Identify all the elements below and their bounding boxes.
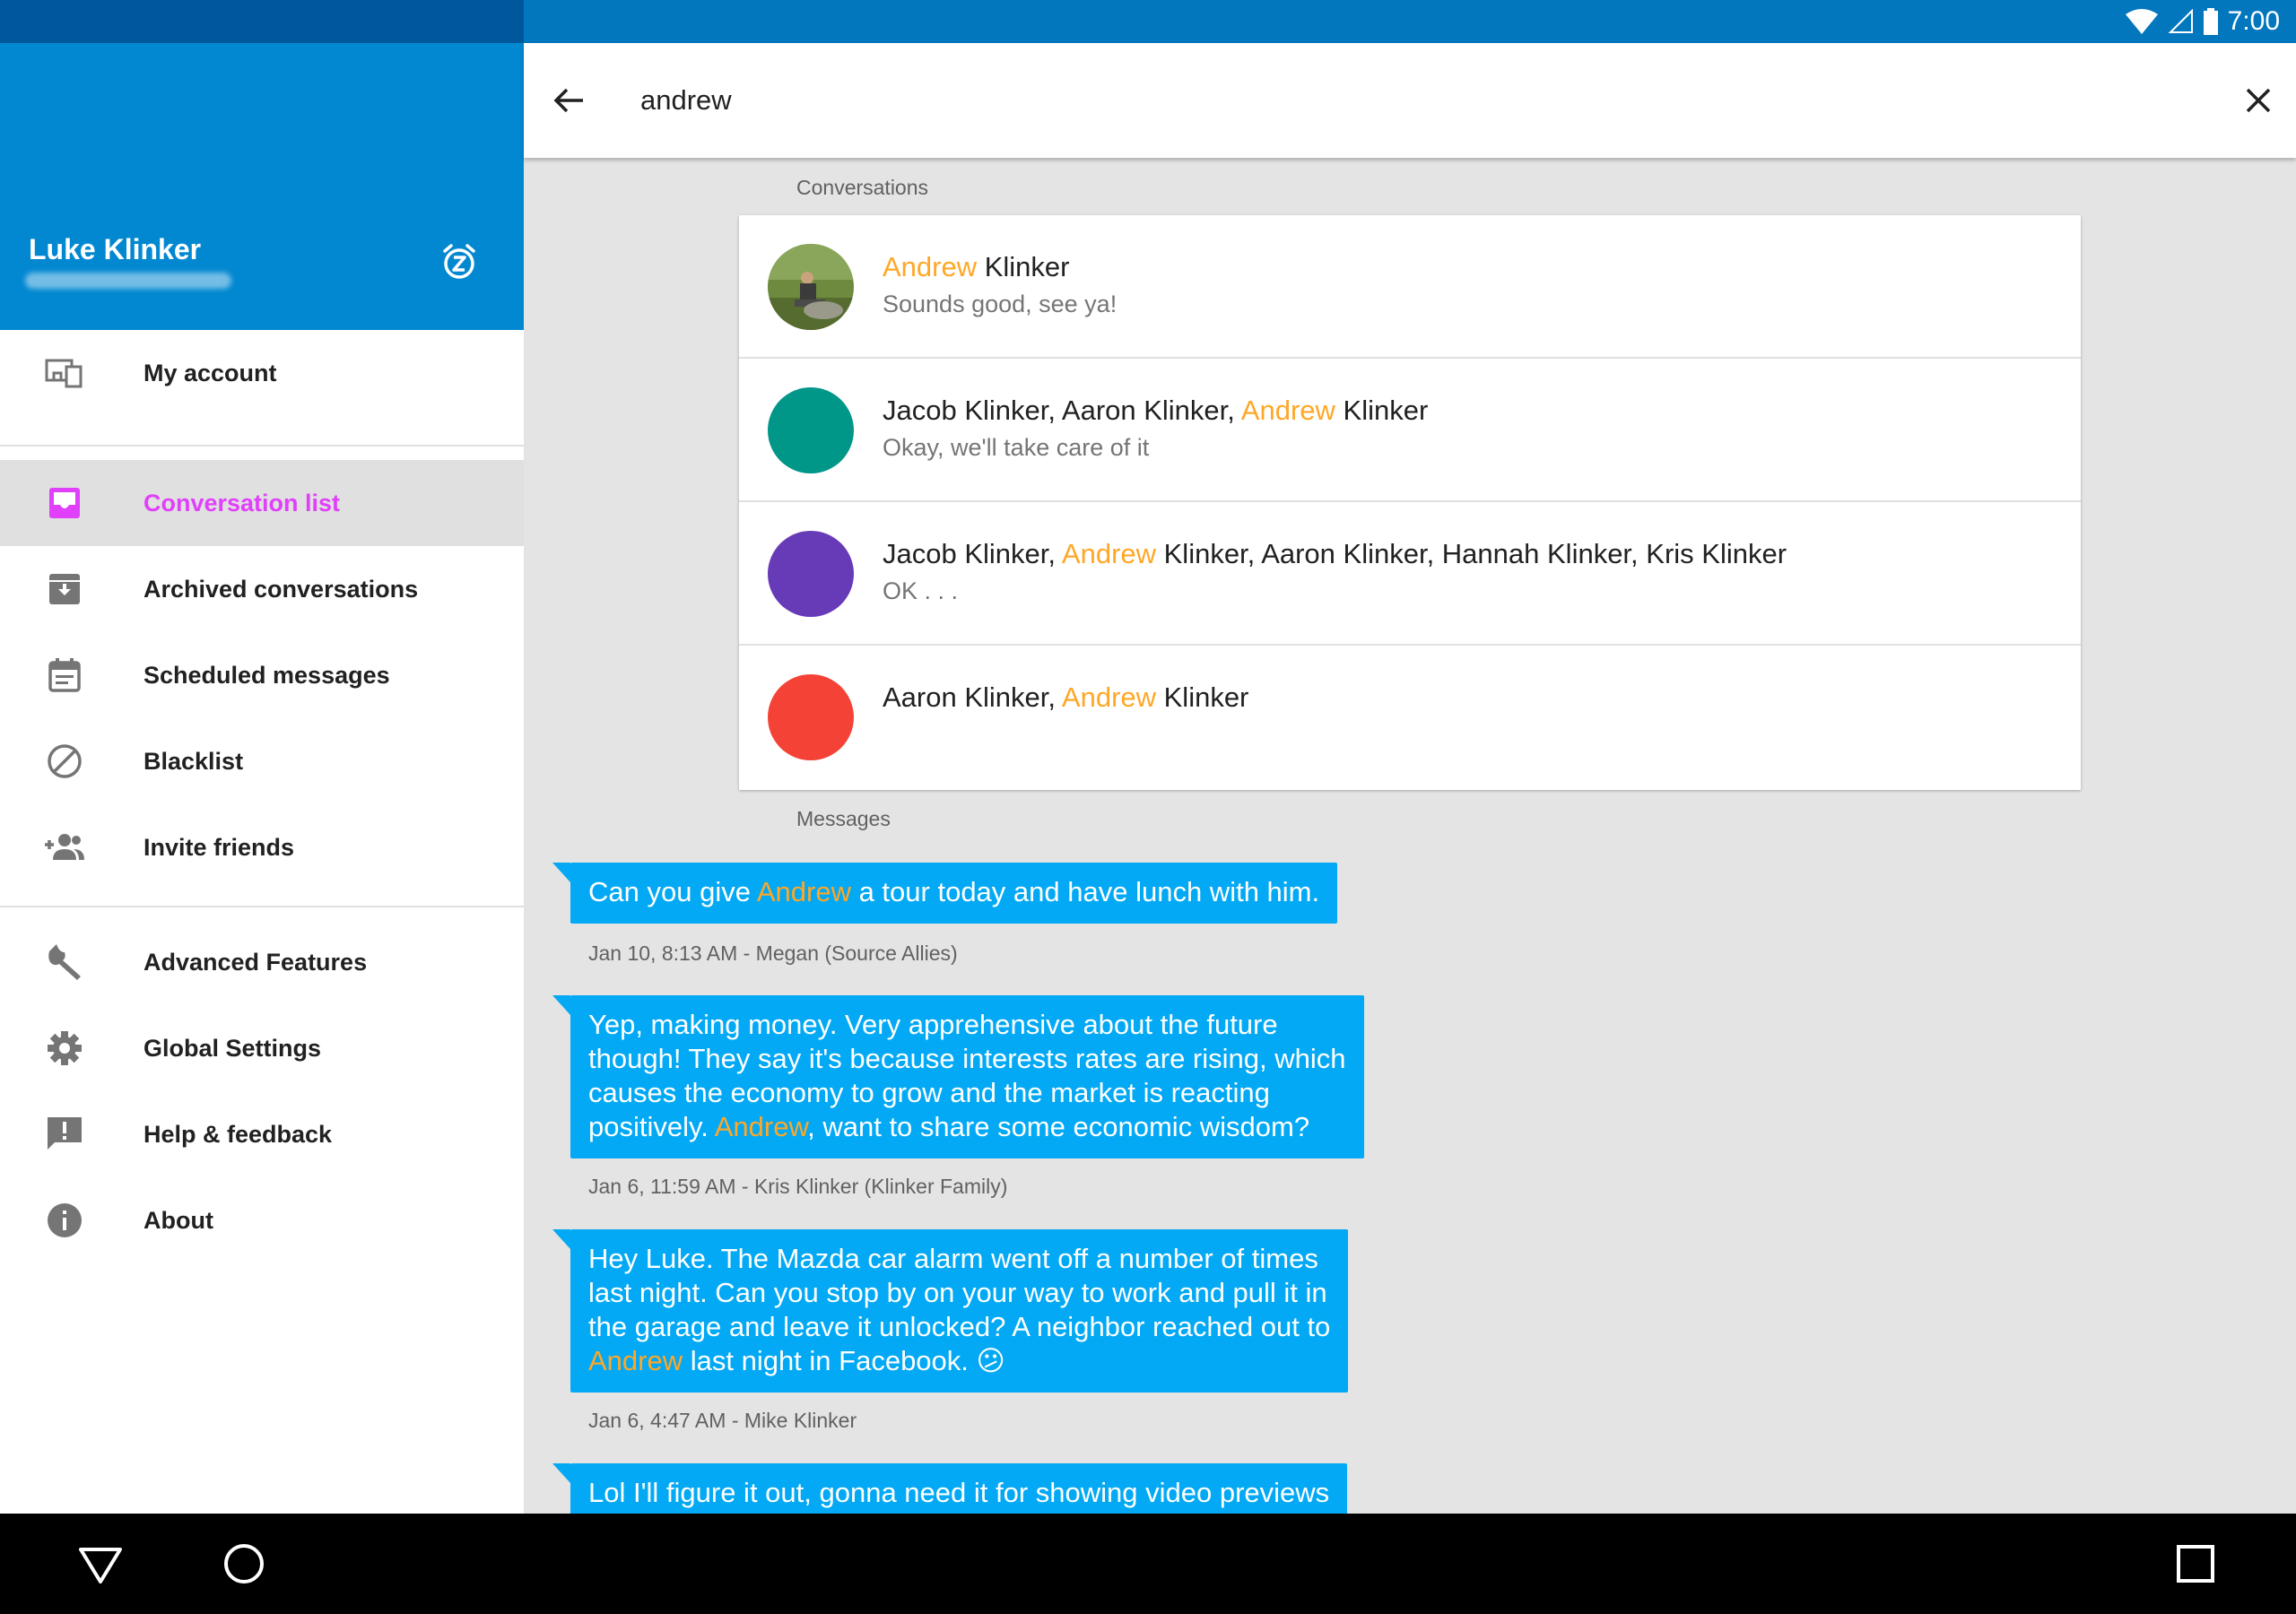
highlight: Andrew: [588, 1345, 683, 1376]
conversation-result[interactable]: Andrew Klinker Sounds good, see ya!: [739, 215, 2081, 359]
message-line: positively. Andrew, want to share some e…: [588, 1111, 1310, 1142]
divider: [0, 906, 524, 907]
message-meta: Jan 6, 4:47 AM - Mike Klinker: [588, 1409, 857, 1432]
conversation-result[interactable]: Jacob Klinker, Andrew Klinker, Aaron Kli…: [739, 502, 2081, 646]
drawer-item-label: Advanced Features: [144, 948, 368, 976]
drawer-item-label: Global Settings: [144, 1034, 322, 1062]
drawer-item-global-settings[interactable]: Global Settings: [0, 1005, 524, 1091]
contact-photo-avatar: [768, 244, 854, 330]
drawer-header: Luke Klinker: [0, 43, 524, 330]
message-bubble[interactable]: Can you give Andrew a tour today and hav…: [552, 863, 1338, 924]
drawer-item-label: Archived conversations: [144, 575, 419, 603]
highlight: Andrew: [1061, 681, 1157, 713]
drawer-item-about[interactable]: About: [0, 1177, 524, 1263]
highlight: Andrew: [714, 1111, 808, 1142]
wrench-icon: [43, 941, 86, 984]
status-bar: 7:00: [0, 0, 2296, 43]
home-icon[interactable]: [219, 1539, 269, 1589]
highlight: Andrew: [1061, 538, 1157, 569]
devices-icon: [43, 351, 86, 395]
feedback-icon: [43, 1113, 86, 1156]
drawer-item-label: Invite friends: [144, 833, 295, 861]
section-header-messages: Messages: [796, 807, 891, 830]
drawer-item-my-account[interactable]: My account: [0, 330, 524, 416]
drawer-item-blacklist[interactable]: Blacklist: [0, 718, 524, 804]
drawer-item-label: Scheduled messages: [144, 661, 390, 689]
info-icon: [43, 1199, 86, 1242]
drawer-item-archived-conversations[interactable]: Archived conversations: [0, 546, 524, 632]
user-name: Luke Klinker: [29, 233, 202, 265]
navigation-drawer: Luke Klinker My account Conversation lis…: [0, 43, 524, 1514]
message-meta: Jan 6, 11:59 AM - Kris Klinker (Klinker …: [588, 1175, 1008, 1198]
inbox-icon: [43, 482, 86, 525]
highlight: Andrew: [756, 876, 851, 907]
conversation-result[interactable]: Aaron Klinker, Andrew Klinker: [739, 646, 2081, 789]
search-input[interactable]: [640, 81, 1448, 120]
message-line: Can you give Andrew a tour today and hav…: [588, 876, 1320, 907]
drawer-item-advanced-features[interactable]: Advanced Features: [0, 919, 524, 1005]
message-bubble[interactable]: Yep, making money. Very apprehensive abo…: [552, 995, 1364, 1158]
recents-icon[interactable]: [2170, 1539, 2221, 1589]
conversation-results-card: Andrew Klinker Sounds good, see ya! Jaco…: [739, 215, 2081, 790]
highlight: Andrew: [883, 251, 978, 282]
back-arrow-icon[interactable]: [547, 79, 590, 122]
calendar-icon: [43, 654, 86, 697]
drawer-item-help-feedback[interactable]: Help & feedback: [0, 1091, 524, 1177]
message-line: the garage and leave it unlocked? A neig…: [588, 1311, 1331, 1342]
divider: [0, 445, 524, 447]
status-bar-drawer-section: [0, 0, 524, 43]
conversation-snippet: Okay, we'll take care of it: [883, 434, 1150, 461]
battery-icon: [2203, 8, 2218, 35]
close-icon[interactable]: [2237, 79, 2280, 122]
message-line: Hey Luke. The Mazda car alarm went off a…: [588, 1243, 1318, 1274]
message-line: last night. Can you stop by on your way …: [588, 1277, 1327, 1308]
conversation-title: Andrew Klinker: [883, 251, 1070, 282]
status-time: 7:00: [2227, 6, 2280, 36]
section-header-conversations: Conversations: [796, 176, 929, 199]
group-add-icon: [43, 826, 86, 869]
contact-avatar: [768, 674, 854, 760]
highlight: Andrew: [1240, 395, 1335, 426]
block-icon: [43, 740, 86, 783]
contact-avatar: [768, 531, 854, 617]
drawer-item-invite-friends[interactable]: Invite friends: [0, 804, 524, 890]
drawer-item-label: Help & feedback: [144, 1120, 333, 1148]
search-toolbar: [524, 43, 2296, 158]
system-navigation-bar: [0, 1514, 2296, 1614]
message-bubble[interactable]: Hey Luke. The Mazda car alarm went off a…: [552, 1229, 1349, 1393]
drawer-item-label: Conversation list: [144, 489, 341, 516]
conversation-snippet: OK . . .: [883, 577, 959, 604]
contact-avatar: [768, 387, 854, 473]
snooze-alarm-icon[interactable]: [438, 240, 481, 283]
message-line: though! They say it's because interests …: [588, 1043, 1346, 1074]
back-icon[interactable]: [75, 1539, 126, 1589]
archive-icon: [43, 568, 86, 611]
message-line: causes the economy to grow and the marke…: [588, 1077, 1270, 1108]
message-meta: Jan 10, 8:13 AM - Megan (Source Allies): [588, 941, 958, 965]
message-line: Yep, making money. Very apprehensive abo…: [588, 1009, 1278, 1040]
conversation-result[interactable]: Jacob Klinker, Aaron Klinker, Andrew Kli…: [739, 359, 2081, 502]
conversation-title: Jacob Klinker, Aaron Klinker, Andrew Kli…: [883, 395, 1429, 426]
message-line: Andrew last night in Facebook. 😕: [588, 1345, 1005, 1376]
status-icons: 7:00: [2125, 0, 2280, 43]
wifi-icon: [2125, 9, 2158, 34]
drawer-item-scheduled-messages[interactable]: Scheduled messages: [0, 632, 524, 718]
drawer-item-label: My account: [144, 359, 277, 386]
message-line: Lol I'll figure it out, gonna need it fo…: [588, 1477, 1330, 1508]
conversation-title: Aaron Klinker, Andrew Klinker: [883, 681, 1249, 713]
gear-icon: [43, 1027, 86, 1070]
conversation-snippet: Sounds good, see ya!: [883, 291, 1118, 317]
drawer-item-conversation-list[interactable]: Conversation list: [0, 460, 524, 546]
drawer-item-label: About: [144, 1206, 213, 1234]
drawer-item-label: Blacklist: [144, 747, 244, 775]
conversation-title: Jacob Klinker, Andrew Klinker, Aaron Kli…: [883, 538, 1787, 569]
user-email-redacted: [25, 273, 231, 289]
signal-icon: [2168, 9, 2193, 33]
